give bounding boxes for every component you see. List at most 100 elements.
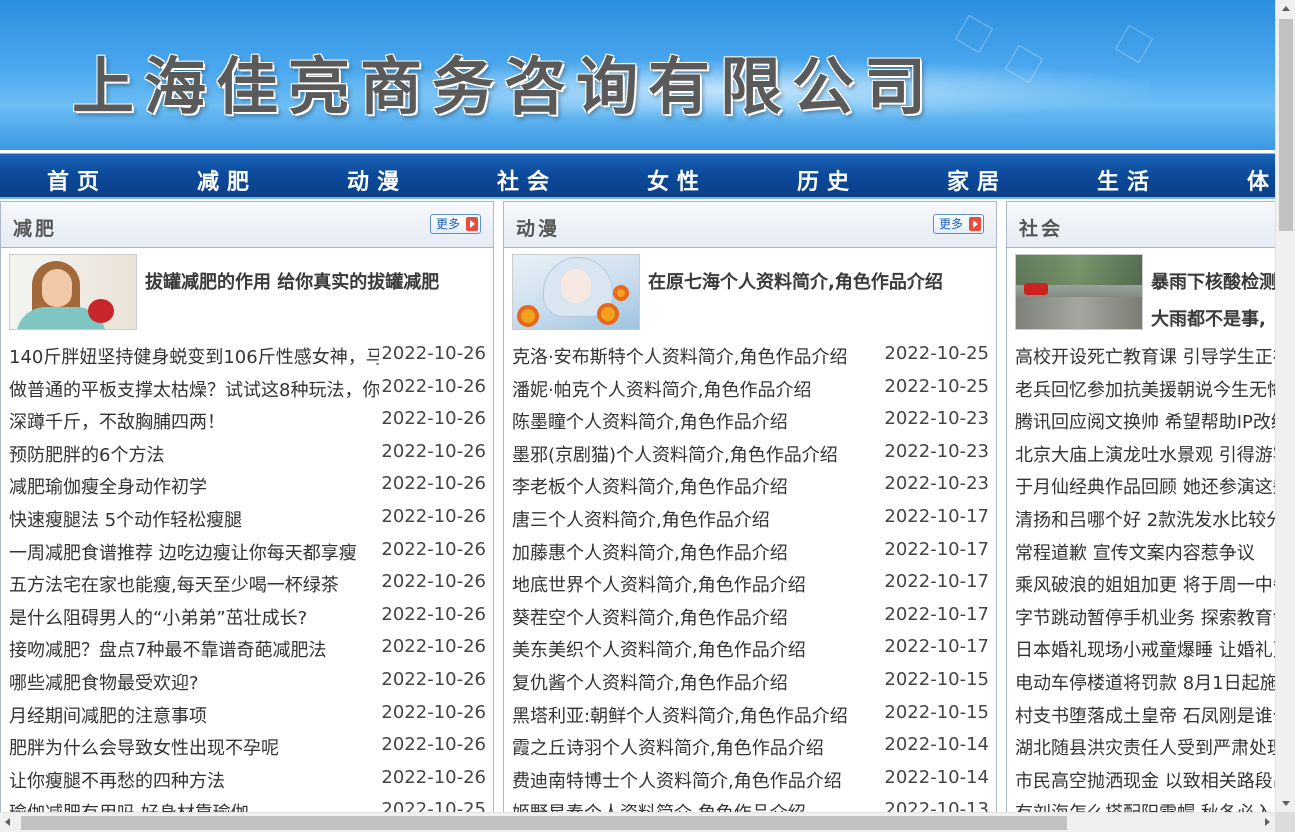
- article-link[interactable]: 霞之丘诗羽个人资料简介,角色作品介绍: [512, 734, 882, 760]
- article-link[interactable]: 是什么阻碍男人的“小弟弟”茁壮成长?: [9, 604, 379, 630]
- nav-item-women[interactable]: 女性: [647, 164, 707, 196]
- article-date: 2022-10-26: [381, 766, 486, 788]
- list-item: 清扬和吕哪个好 2款洗发水比较分: [1007, 502, 1275, 535]
- article-list: 140斤胖妞坚持健身蜕变到106斤性感女神，马 2022-10-26 做普通的平板支…: [1, 339, 493, 812]
- featured-thumbnail[interactable]: [1015, 254, 1143, 330]
- scroll-right-icon[interactable]: [1258, 813, 1275, 833]
- panel-header: 社会 更多: [1007, 202, 1275, 248]
- article-link[interactable]: 有刘海怎么搭配阳雷帽 秋冬必入: [1015, 799, 1275, 812]
- featured-title[interactable]: 暴雨下核酸检测 大雨都不是事,: [1151, 264, 1275, 338]
- featured-title[interactable]: 在原七海个人资料简介,角色作品介绍: [648, 264, 993, 301]
- article-date: 2022-10-14: [884, 734, 989, 756]
- article-link[interactable]: 费迪南特博士个人资料简介,角色作品介绍: [512, 767, 882, 793]
- more-button[interactable]: 更多: [430, 214, 481, 234]
- list-item: 预防肥胖的6个方法 2022-10-26: [1, 437, 493, 470]
- article-link[interactable]: 深蹲千斤，不敌胸脯四两！: [9, 408, 379, 434]
- article-link[interactable]: 做普通的平板支撑太枯燥？试试这8种玩法，你: [9, 376, 379, 402]
- list-item: 140斤胖妞坚持健身蜕变到106斤性感女神，马 2022-10-26: [1, 339, 493, 372]
- article-link[interactable]: 哪些减肥食物最受欢迎?: [9, 669, 379, 695]
- article-date: 2022-10-26: [381, 668, 486, 690]
- more-label: 更多: [939, 217, 964, 231]
- article-link[interactable]: 李老板个人资料简介,角色作品介绍: [512, 473, 882, 499]
- article-link[interactable]: 姬野星奏个人资料简介,角色作品介绍: [512, 799, 882, 812]
- list-item: 快速瘦腿法 5个动作轻松瘦腿 2022-10-26: [1, 502, 493, 535]
- nav-item-history[interactable]: 历史: [797, 164, 857, 196]
- article-link[interactable]: 墨邪(京剧猫)个人资料简介,角色作品介绍: [512, 441, 882, 467]
- article-link[interactable]: 字节跳动暂停手机业务 探索教育领: [1015, 604, 1275, 630]
- article-link[interactable]: 黑塔利亚:朝鲜个人资料简介,角色作品介绍: [512, 702, 882, 728]
- article-link[interactable]: 接吻减肥？盘点7种最不靠谱奇葩减肥法: [9, 636, 379, 662]
- list-item: 做普通的平板支撑太枯燥？试试这8种玩法，你 2022-10-26: [1, 372, 493, 405]
- article-date: 2022-10-15: [884, 701, 989, 723]
- vertical-scroll-thumb[interactable]: [1279, 19, 1293, 231]
- article-date: 2022-10-17: [884, 636, 989, 658]
- panel-society: 社会 更多 暴雨下核酸检测 大雨都不是事, 高校开设死亡教育课 引导学生正视老兵…: [1006, 201, 1275, 812]
- scroll-left-icon[interactable]: [0, 813, 17, 833]
- nav-item-life[interactable]: 生活: [1097, 164, 1157, 196]
- nav-item-sports[interactable]: 体: [1247, 164, 1275, 196]
- article-date: 2022-10-23: [884, 440, 989, 462]
- article-link[interactable]: 乘风破浪的姐姐加更 将于周一中午: [1015, 571, 1275, 597]
- article-link[interactable]: 于月仙经典作品回顾 她还参演这些: [1015, 473, 1275, 499]
- list-item: 乘风破浪的姐姐加更 将于周一中午: [1007, 567, 1275, 600]
- featured-article: 拔罐减肥的作用 给你真实的拔罐减肥: [1, 254, 493, 338]
- panel-title: 社会: [1019, 218, 1064, 240]
- scroll-up-icon[interactable]: [1276, 0, 1295, 17]
- article-link[interactable]: 北京大庙上演龙吐水景观 引得游客: [1015, 441, 1275, 467]
- list-item: 市民高空抛洒现金 以致相关路段出: [1007, 763, 1275, 796]
- article-link[interactable]: 湖北随县洪灾责任人受到严肃处理: [1015, 734, 1275, 760]
- article-link[interactable]: 复仇酱个人资料简介,角色作品介绍: [512, 669, 882, 695]
- list-item: 湖北随县洪灾责任人受到严肃处理: [1007, 730, 1275, 763]
- featured-thumbnail[interactable]: [512, 254, 640, 330]
- article-link[interactable]: 一周减肥食谱推荐 边吃边瘦让你每天都享瘦: [9, 539, 379, 565]
- article-link[interactable]: 市民高空抛洒现金 以致相关路段出: [1015, 767, 1275, 793]
- scroll-down-icon[interactable]: [1276, 795, 1295, 812]
- article-link[interactable]: 减肥瑜伽瘦全身动作初学: [9, 473, 379, 499]
- article-link[interactable]: 肥胖为什么会导致女性出现不孕呢: [9, 734, 379, 760]
- list-item: 黑塔利亚:朝鲜个人资料简介,角色作品介绍 2022-10-15: [504, 698, 996, 731]
- article-date: 2022-10-17: [884, 538, 989, 560]
- article-link[interactable]: 美东美织个人资料简介,角色作品介绍: [512, 636, 882, 662]
- article-link[interactable]: 140斤胖妞坚持健身蜕变到106斤性感女神，马: [9, 343, 379, 369]
- article-link[interactable]: 加藤惠个人资料简介,角色作品介绍: [512, 539, 882, 565]
- featured-title[interactable]: 拔罐减肥的作用 给你真实的拔罐减肥: [145, 264, 490, 301]
- list-item: 是什么阻碍男人的“小弟弟”茁壮成长? 2022-10-26: [1, 600, 493, 633]
- nav-item-anime[interactable]: 动漫: [347, 164, 407, 196]
- featured-thumbnail[interactable]: [9, 254, 137, 330]
- article-link[interactable]: 五方法宅在家也能瘦,每天至少喝一杯绿茶: [9, 571, 379, 597]
- more-button[interactable]: 更多: [933, 214, 984, 234]
- list-item: 五方法宅在家也能瘦,每天至少喝一杯绿茶 2022-10-26: [1, 567, 493, 600]
- article-link[interactable]: 地底世界个人资料简介,角色作品介绍: [512, 571, 882, 597]
- article-link[interactable]: 日本婚礼现场小戒童爆睡 让婚礼更: [1015, 636, 1275, 662]
- article-link[interactable]: 村支书堕落成土皇帝 石凤刚是谁个: [1015, 702, 1275, 728]
- article-link[interactable]: 让你瘦腿不再愁的四种方法: [9, 767, 379, 793]
- horizontal-scroll-thumb[interactable]: [21, 816, 1067, 830]
- article-link[interactable]: 常程道歉 宣传文案内容惹争议: [1015, 539, 1275, 565]
- article-link[interactable]: 唐三个人资料简介,角色作品介绍: [512, 506, 882, 532]
- horizontal-scrollbar[interactable]: [0, 812, 1275, 832]
- list-item: 费迪南特博士个人资料简介,角色作品介绍 2022-10-14: [504, 763, 996, 796]
- list-item: 深蹲千斤，不敌胸脯四两！ 2022-10-26: [1, 404, 493, 437]
- article-link[interactable]: 清扬和吕哪个好 2款洗发水比较分: [1015, 506, 1275, 532]
- nav-item-home-living[interactable]: 家居: [947, 164, 1007, 196]
- article-link[interactable]: 克洛·安布斯特个人资料简介,角色作品介绍: [512, 343, 882, 369]
- list-item: 美东美织个人资料简介,角色作品介绍 2022-10-17: [504, 632, 996, 665]
- nav-item-home[interactable]: 首页: [47, 164, 107, 196]
- article-link[interactable]: 预防肥胖的6个方法: [9, 441, 379, 467]
- scrollbar-corner: [1275, 812, 1295, 832]
- list-item: 地底世界个人资料简介,角色作品介绍 2022-10-17: [504, 567, 996, 600]
- article-link[interactable]: 腾讯回应阅文换帅 希望帮助IP改编: [1015, 408, 1275, 434]
- nav-item-weight-loss[interactable]: 减肥: [197, 164, 257, 196]
- article-link[interactable]: 高校开设死亡教育课 引导学生正视: [1015, 343, 1275, 369]
- article-link[interactable]: 老兵回忆参加抗美援朝说今生无悔: [1015, 376, 1275, 402]
- article-link[interactable]: 电动车停楼道将罚款 8月1日起施行: [1015, 669, 1275, 695]
- nav-item-society[interactable]: 社会: [497, 164, 557, 196]
- article-link[interactable]: 月经期间减肥的注意事项: [9, 702, 379, 728]
- article-link[interactable]: 瑜伽减肥有用吗 好身材靠瑜伽: [9, 799, 379, 812]
- vertical-scrollbar[interactable]: [1275, 0, 1295, 812]
- list-item: 电动车停楼道将罚款 8月1日起施行: [1007, 665, 1275, 698]
- article-link[interactable]: 潘妮·帕克个人资料简介,角色作品介绍: [512, 376, 882, 402]
- article-link[interactable]: 快速瘦腿法 5个动作轻松瘦腿: [9, 506, 379, 532]
- article-link[interactable]: 葵茬空个人资料简介,角色作品介绍: [512, 604, 882, 630]
- article-link[interactable]: 陈墨瞳个人资料简介,角色作品介绍: [512, 408, 882, 434]
